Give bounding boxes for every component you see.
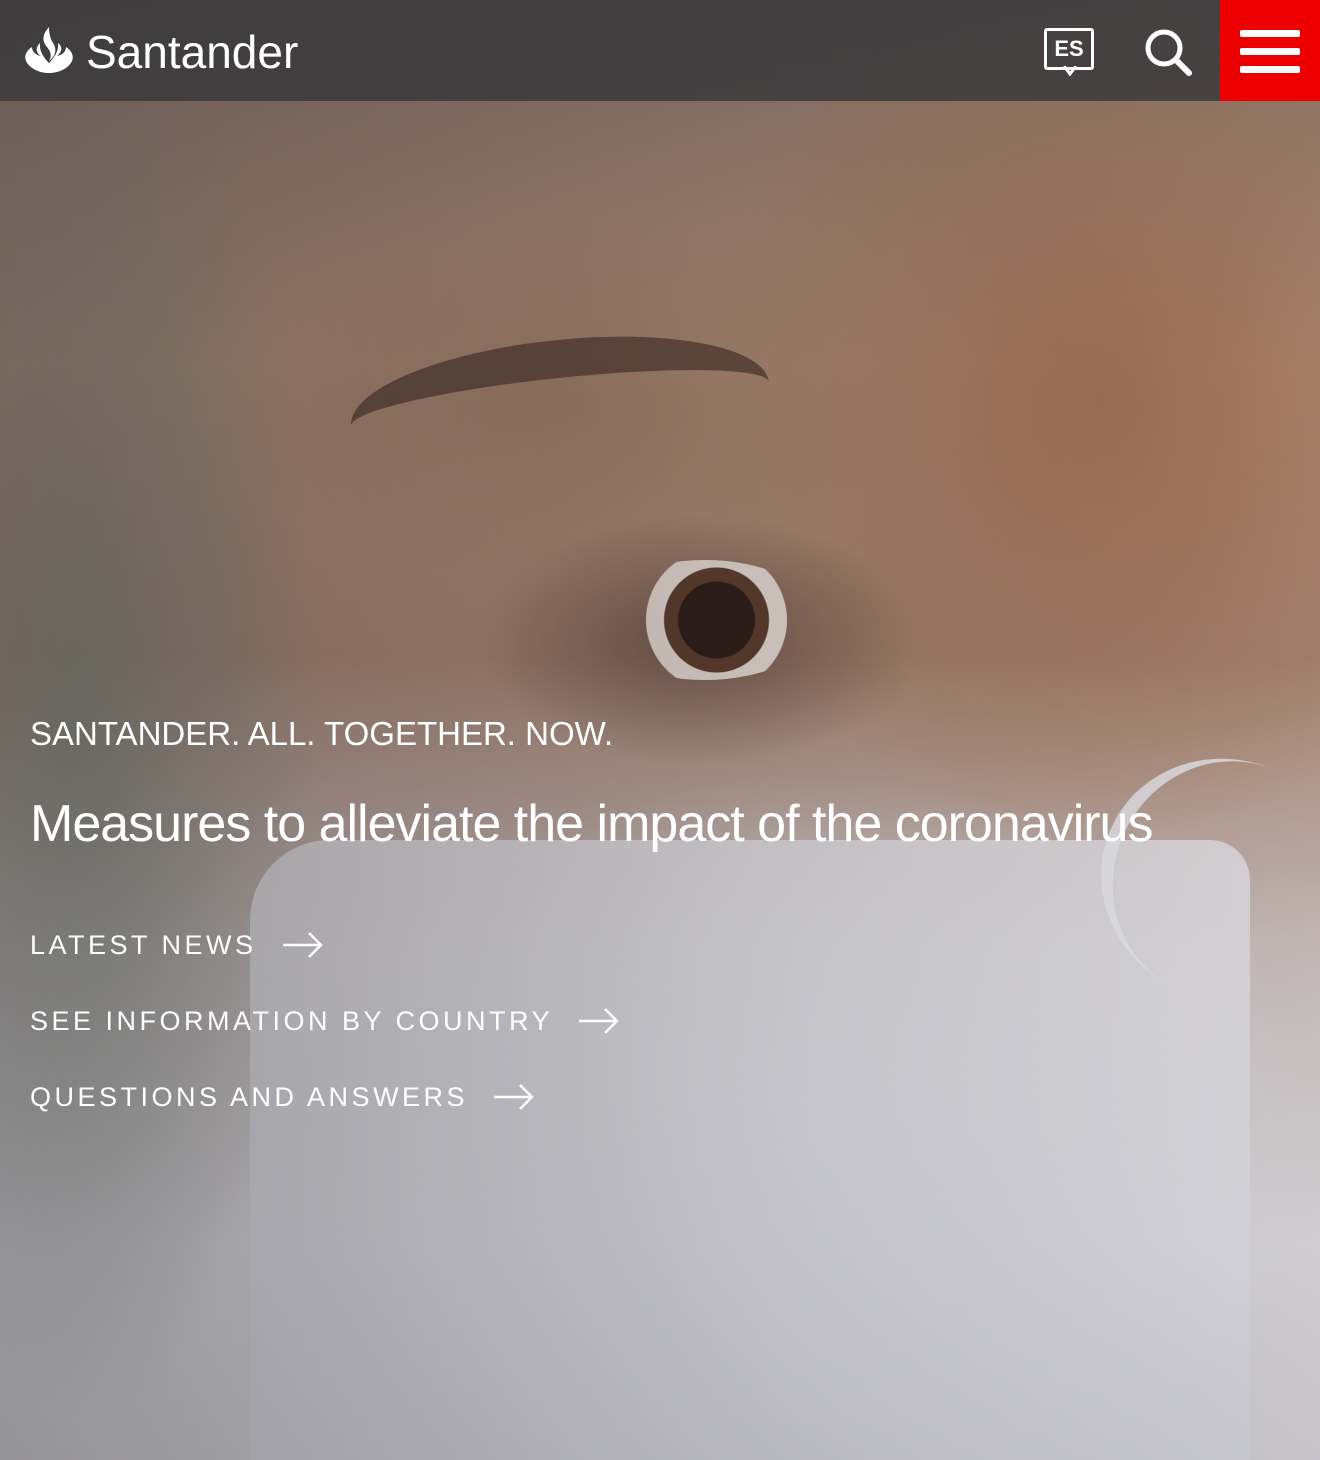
site-header: Santander ES — [0, 0, 1320, 101]
search-button[interactable] — [1142, 26, 1194, 78]
hero-eyebrow: SANTANDER. ALL. TOGETHER. NOW. — [30, 715, 614, 752]
santander-flame-icon — [25, 27, 73, 73]
menu-button[interactable] — [1220, 0, 1320, 101]
search-icon — [1145, 29, 1192, 76]
hero-headline: Measures to alleviate the impact of the … — [30, 795, 1153, 853]
questions-and-answers-link[interactable]: QUESTIONS AND ANSWERS — [30, 1074, 621, 1120]
hero-links: LATEST NEWS SEE INFORMATION BY COUNTRY Q… — [30, 922, 621, 1150]
latest-news-link[interactable]: LATEST NEWS — [30, 922, 621, 968]
santander-logo-link[interactable]: Santander — [22, 24, 298, 80]
arrow-right-icon — [579, 1008, 619, 1034]
arrow-right-icon — [494, 1084, 534, 1110]
arrow-right-icon — [282, 932, 323, 958]
brand-name: Santander — [86, 26, 299, 78]
language-button[interactable]: ES — [1044, 28, 1096, 76]
speech-bubble-tail-icon — [1062, 66, 1078, 76]
information-by-country-link[interactable]: SEE INFORMATION BY COUNTRY — [30, 998, 621, 1044]
page: Santander ES SANTANDER. ALL. TOGETHER. N… — [0, 0, 1320, 1460]
link-label: QUESTIONS AND ANSWERS — [30, 1082, 469, 1112]
link-label: LATEST NEWS — [30, 930, 257, 960]
link-label: SEE INFORMATION BY COUNTRY — [30, 1006, 554, 1036]
language-label: ES — [1044, 28, 1094, 70]
